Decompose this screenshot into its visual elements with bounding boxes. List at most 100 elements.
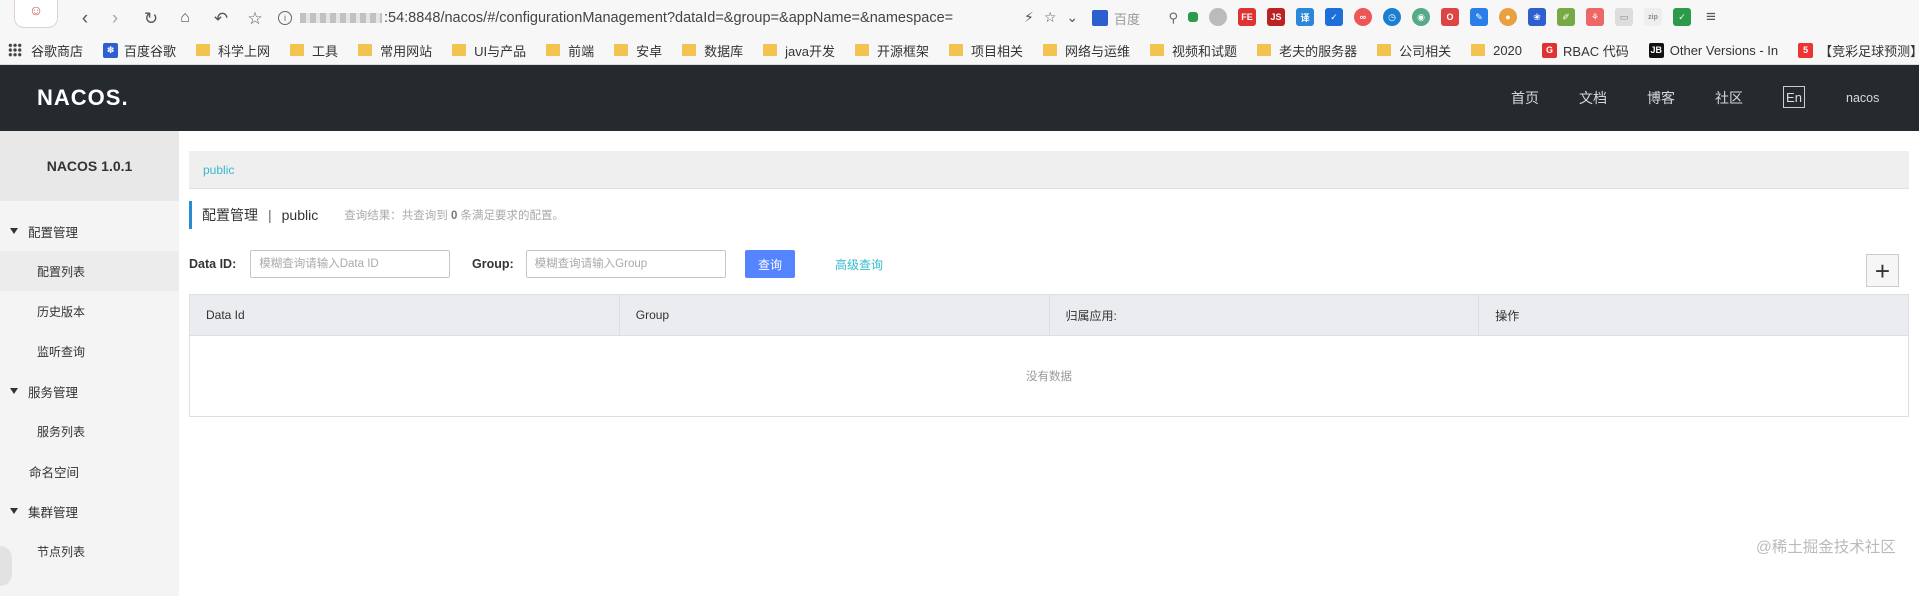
- translate-extension-icon[interactable]: 译: [1296, 8, 1314, 26]
- sidebar-item-listener[interactable]: 监听查询: [0, 331, 179, 371]
- clock-extension-icon[interactable]: ◷: [1383, 8, 1401, 26]
- bookmark-item[interactable]: 网络与运维: [1043, 41, 1130, 60]
- home-icon[interactable]: ⌂: [174, 8, 196, 28]
- gitzip-extension-icon[interactable]: zip: [1644, 8, 1662, 26]
- page-title: 配置管理: [202, 207, 258, 223]
- bookmark-label: 【竞彩足球预测】足: [1819, 43, 1919, 59]
- star-icon[interactable]: ☆: [1044, 9, 1057, 26]
- nav-home-label[interactable]: 首页: [1511, 88, 1539, 108]
- nacos-logo[interactable]: NACOS.: [37, 85, 129, 111]
- menu-icon[interactable]: ≡: [1702, 7, 1720, 26]
- edit-extension-icon[interactable]: ✎: [1470, 8, 1488, 26]
- share-extension-icon[interactable]: ⚘: [1586, 8, 1604, 26]
- sidebar-collapse-handle[interactable]: [0, 546, 12, 586]
- bookmark-item[interactable]: G RBAC 代码: [1542, 41, 1629, 60]
- pen-extension-icon[interactable]: ✐: [1557, 8, 1575, 26]
- bookmark-star-icon[interactable]: ☆: [244, 8, 266, 28]
- bookmark-item[interactable]: 谷歌商店: [8, 41, 83, 60]
- namespace-tab-public[interactable]: public: [203, 163, 234, 177]
- shield-extension-icon[interactable]: ✓: [1673, 8, 1691, 26]
- tampermonkey-extension-icon[interactable]: ◉: [1412, 8, 1430, 26]
- forward-icon[interactable]: ›: [104, 8, 126, 28]
- folder-icon: [855, 44, 869, 56]
- browser-search[interactable]: 百度 ⚲: [1092, 7, 1178, 29]
- sidebar-item-config-list[interactable]: 配置列表: [0, 251, 179, 291]
- nav-community-label[interactable]: 社区: [1715, 88, 1743, 108]
- back-icon[interactable]: ‹: [74, 8, 96, 28]
- nav-blog[interactable]: 博客: [1647, 65, 1675, 131]
- bookmark-item[interactable]: 老夫的服务器: [1257, 41, 1357, 60]
- sidebar-group-cluster[interactable]: 集群管理: [0, 491, 179, 531]
- flag-extension-icon[interactable]: [1188, 12, 1198, 22]
- group-input[interactable]: [525, 250, 726, 278]
- bookmark-item[interactable]: 前端: [546, 41, 594, 60]
- address-bar[interactable]: i :54:8848/nacos/#/configurationManageme…: [278, 6, 1078, 30]
- bookmark-item[interactable]: JB Other Versions - In: [1648, 42, 1778, 58]
- cookie-extension-icon[interactable]: ●: [1499, 8, 1517, 26]
- sidebar-item-namespace[interactable]: 命名空间: [0, 451, 179, 491]
- data-id-label: Data ID:: [189, 257, 237, 271]
- bookmark-item[interactable]: 数据库: [682, 41, 743, 60]
- office-extension-icon[interactable]: O: [1441, 8, 1459, 26]
- reload-icon[interactable]: ↻: [140, 8, 162, 28]
- sidebar-item-service-list[interactable]: 服务列表: [0, 411, 179, 451]
- sidebar-group-label: 配置管理: [28, 225, 79, 240]
- language-toggle[interactable]: En: [1783, 86, 1805, 108]
- nav-blog-label[interactable]: 博客: [1647, 88, 1675, 108]
- bookmark-item[interactable]: 科学上网: [196, 41, 270, 60]
- bookmark-item[interactable]: 5 【竞彩足球预测】足: [1798, 41, 1919, 60]
- sidebar-group-config[interactable]: 配置管理: [0, 211, 179, 251]
- folder-icon: [1043, 44, 1058, 56]
- info-icon: i: [278, 11, 292, 25]
- bookmark-item[interactable]: 常用网站: [358, 41, 432, 60]
- paw-extension-icon[interactable]: ❀: [1528, 8, 1546, 26]
- img-extension-icon[interactable]: ▭: [1615, 8, 1633, 26]
- query-button[interactable]: 查询: [745, 250, 795, 278]
- bookmark-label: 2020: [1493, 42, 1523, 58]
- sidebar-item-history[interactable]: 历史版本: [0, 291, 179, 331]
- pocket-extension-icon[interactable]: ✓: [1325, 8, 1343, 26]
- bookmark-item[interactable]: 工具: [290, 41, 338, 60]
- url-text: :54:8848/nacos/#/configurationManagement…: [384, 10, 954, 26]
- lightning-icon[interactable]: ⚡: [1024, 9, 1034, 26]
- chevron-down-icon[interactable]: ⌄: [1066, 9, 1078, 26]
- nav-docs[interactable]: 文档: [1579, 65, 1607, 131]
- infinity-extension-icon[interactable]: ∞: [1354, 8, 1372, 26]
- bookmark-item[interactable]: 开源框架: [855, 41, 929, 60]
- empty-state: 没有数据: [1026, 371, 1072, 383]
- data-id-input[interactable]: [250, 250, 451, 278]
- nav-docs-label[interactable]: 文档: [1579, 88, 1607, 108]
- folder-icon: [290, 44, 305, 56]
- bookmark-item[interactable]: ✽ 百度谷歌: [103, 41, 176, 60]
- bookmark-item[interactable]: 项目相关: [949, 41, 1023, 60]
- bookmark-item[interactable]: 2020: [1471, 43, 1522, 58]
- column-actions: 操作: [1495, 308, 1520, 323]
- username[interactable]: nacos: [1846, 91, 1879, 105]
- bookmark-item[interactable]: 安卓: [614, 41, 662, 60]
- bookmark-item[interactable]: 视频和试题: [1150, 41, 1237, 60]
- nav-community[interactable]: 社区: [1715, 65, 1743, 131]
- gray-extension-icon[interactable]: [1209, 8, 1227, 26]
- search-icon[interactable]: ⚲: [1168, 10, 1178, 26]
- undo-icon[interactable]: ↶: [210, 8, 232, 28]
- user-menu[interactable]: nacos: [1846, 65, 1879, 131]
- bookmark-label: 老夫的服务器: [1279, 43, 1358, 59]
- extension-bar: FE JS 译 ✓ ∞ ◷ ◉ O ✎ ● ❀ ✐ ⚘ ▭ zip ✓ ≡: [1188, 7, 1720, 26]
- fe-extension-icon[interactable]: FE: [1238, 8, 1256, 26]
- table-header: Data Id Group 归属应用: 操作: [190, 295, 1908, 336]
- add-config-button[interactable]: +: [1866, 254, 1899, 287]
- js-extension-icon[interactable]: JS: [1267, 8, 1285, 26]
- bookmark-item[interactable]: UI与产品: [452, 41, 526, 60]
- sidebar-item-node-list[interactable]: 节点列表: [0, 531, 179, 571]
- sidebar-group-service[interactable]: 服务管理: [0, 371, 179, 411]
- bookmark-item[interactable]: java开发: [763, 41, 835, 60]
- advanced-query-link[interactable]: 高级查询: [835, 256, 883, 273]
- caret-down-icon: [10, 508, 18, 514]
- nav-home[interactable]: 首页: [1511, 65, 1539, 131]
- bookmark-label: 谷歌商店: [31, 43, 84, 59]
- bookmark-item[interactable]: 公司相关: [1377, 41, 1451, 60]
- bookmark-label: 视频和试题: [1172, 43, 1238, 59]
- browser-toolbar: ☺ ‹ › ↻ ⌂ ↶ ☆ i :54:8848/nacos/#/configu…: [0, 0, 1919, 36]
- profile-avatar[interactable]: ☺: [14, 0, 58, 28]
- folder-icon: [452, 44, 467, 56]
